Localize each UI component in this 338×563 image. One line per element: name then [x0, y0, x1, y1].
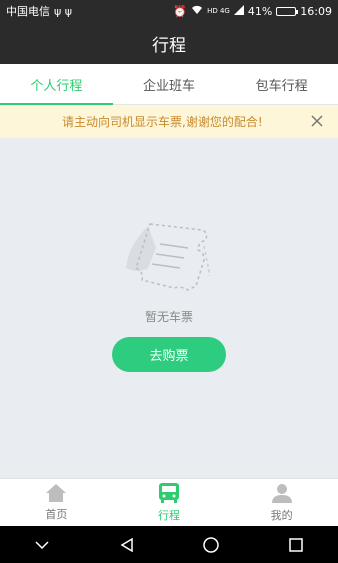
tab-personal-trip[interactable]: 个人行程 — [0, 64, 113, 105]
signal-label: HD 4G — [207, 7, 230, 15]
carrier-label: 中国电信 — [6, 5, 50, 18]
android-nav-bar — [0, 526, 338, 563]
empty-text: 暂无车票 — [144, 310, 193, 324]
battery-icon — [276, 6, 299, 16]
alarm-icon: ⏰ — [173, 4, 188, 18]
usb-icon: ψ ψ — [54, 4, 73, 18]
nav-trips[interactable]: 行程 — [113, 479, 226, 526]
chevron-down-icon[interactable] — [22, 530, 62, 560]
nav-mine-label: 我的 — [270, 509, 293, 522]
wifi-icon — [191, 5, 203, 18]
back-icon[interactable] — [107, 530, 147, 560]
ticket-icon — [126, 223, 211, 291]
battery-percent: 41% — [247, 4, 273, 18]
user-icon — [271, 484, 292, 503]
bus-icon — [159, 483, 179, 503]
notice-banner: 请主动向司机显示车票,谢谢您的配合! — [0, 105, 338, 138]
recent-apps-icon[interactable] — [276, 530, 316, 560]
bottom-nav: 首页 行程 我的 — [0, 478, 338, 526]
tab-company-shuttle[interactable]: 企业班车 — [113, 64, 226, 104]
time-label: 16:09 — [300, 4, 332, 18]
empty-state: 暂无车票 去购票 — [0, 138, 338, 478]
nav-home-label: 首页 — [45, 508, 68, 521]
status-right: ⏰ HD 4G 41% 16:09 — [173, 4, 332, 18]
nav-trips-label: 行程 — [158, 509, 180, 522]
status-left: 中国电信 ψ ψ — [6, 3, 72, 19]
home-circle-icon[interactable] — [191, 530, 231, 560]
home-icon — [46, 484, 67, 502]
tab-charter-trip[interactable]: 包车行程 — [225, 64, 338, 104]
page-title: 行程 — [0, 22, 338, 64]
nav-home[interactable]: 首页 — [0, 479, 113, 526]
status-bar: 中国电信 ψ ψ ⏰ HD 4G 41% 16:09 — [0, 0, 338, 22]
nav-mine[interactable]: 我的 — [225, 479, 338, 526]
close-icon[interactable] — [308, 112, 326, 130]
trip-tabs: 个人行程 企业班车 包车行程 — [0, 64, 338, 105]
signal-icon — [233, 4, 244, 18]
buy-ticket-button[interactable]: 去购票 — [112, 337, 226, 372]
notice-text: 请主动向司机显示车票,谢谢您的配合! — [62, 115, 263, 129]
